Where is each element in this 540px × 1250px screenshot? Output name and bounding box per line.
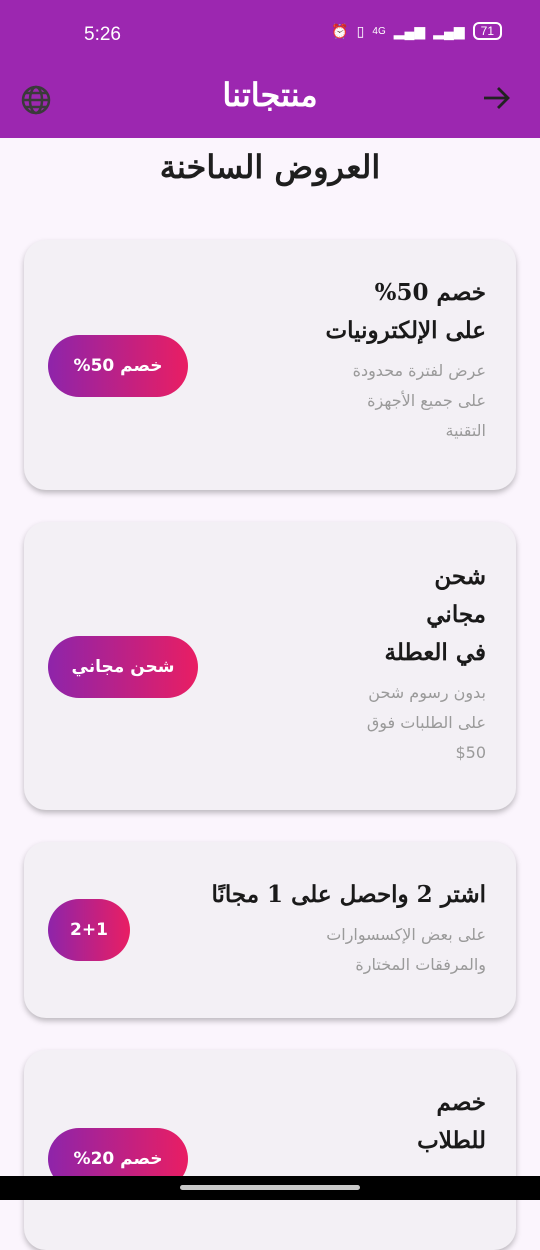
offer-card[interactable]: شحن مجاني في العطلة بدون رسوم شحن على ال… (24, 522, 516, 810)
offer-title: اشتر 2 واحصل على 1 مجانًا (211, 881, 486, 908)
offer-card[interactable]: اشتر 2 واحصل على 1 مجانًا على بعض الإكسس… (24, 842, 516, 1018)
network-type: 4G (372, 25, 386, 37)
offer-title: خصم 50% على الإلكترونيات (325, 279, 486, 344)
signal-icon: ▂▄▆ (393, 22, 426, 39)
offer-subtitle: بدون رسوم شحن على الطلبات فوق $50 (366, 683, 486, 762)
status-bar: 5:26 ⏰ ▯ 4G ▂▄▆ ▂▄▆ 71 (0, 0, 540, 62)
hot-offers-title: العروض الساخنة (159, 148, 381, 186)
signal-icon-2: ▂▄▆ (433, 22, 465, 39)
offer-badge-button[interactable]: شحن مجاني (48, 636, 198, 698)
offer-title: شحن مجاني في العطلة (384, 563, 486, 666)
home-gesture-bar[interactable] (180, 1185, 360, 1190)
system-nav-bar (0, 1176, 540, 1200)
offer-badge-button[interactable]: 2+1 (48, 899, 130, 961)
arrow-forward-icon[interactable] (478, 80, 514, 116)
app-bar: منتجاتنا (0, 62, 540, 138)
status-time: 5:26 (84, 24, 121, 45)
offer-card[interactable]: خصم للطلاب خصم 20% (24, 1050, 516, 1250)
offer-badge-button[interactable]: خصم 50% (48, 335, 188, 397)
status-icons: ⏰ ▯ 4G ▂▄▆ ▂▄▆ 71 (331, 22, 502, 40)
offer-subtitle: على بعض الإكسسوارات والمرفقات المختارة (326, 925, 486, 974)
alarm-icon: ⏰ (331, 22, 349, 39)
offer-text: خصم 50% على الإلكترونيات عرض لفترة محدود… (326, 274, 486, 446)
vibrate-icon: ▯ (356, 22, 365, 39)
offer-title: خصم للطلاب (417, 1089, 486, 1154)
offer-subtitle: عرض لفترة محدودة على جميع الأجهزة التقني… (352, 361, 486, 440)
offer-text: خصم للطلاب (417, 1084, 486, 1166)
offer-text: شحن مجاني في العطلة بدون رسوم شحن على ال… (367, 558, 486, 768)
offer-card[interactable]: خصم 50% على الإلكترونيات عرض لفترة محدود… (24, 240, 516, 490)
offer-text: اشتر 2 واحصل على 1 مجانًا على بعض الإكسس… (211, 876, 486, 980)
app-title: منتجاتنا (222, 76, 318, 114)
battery-indicator: 71 (472, 22, 502, 40)
